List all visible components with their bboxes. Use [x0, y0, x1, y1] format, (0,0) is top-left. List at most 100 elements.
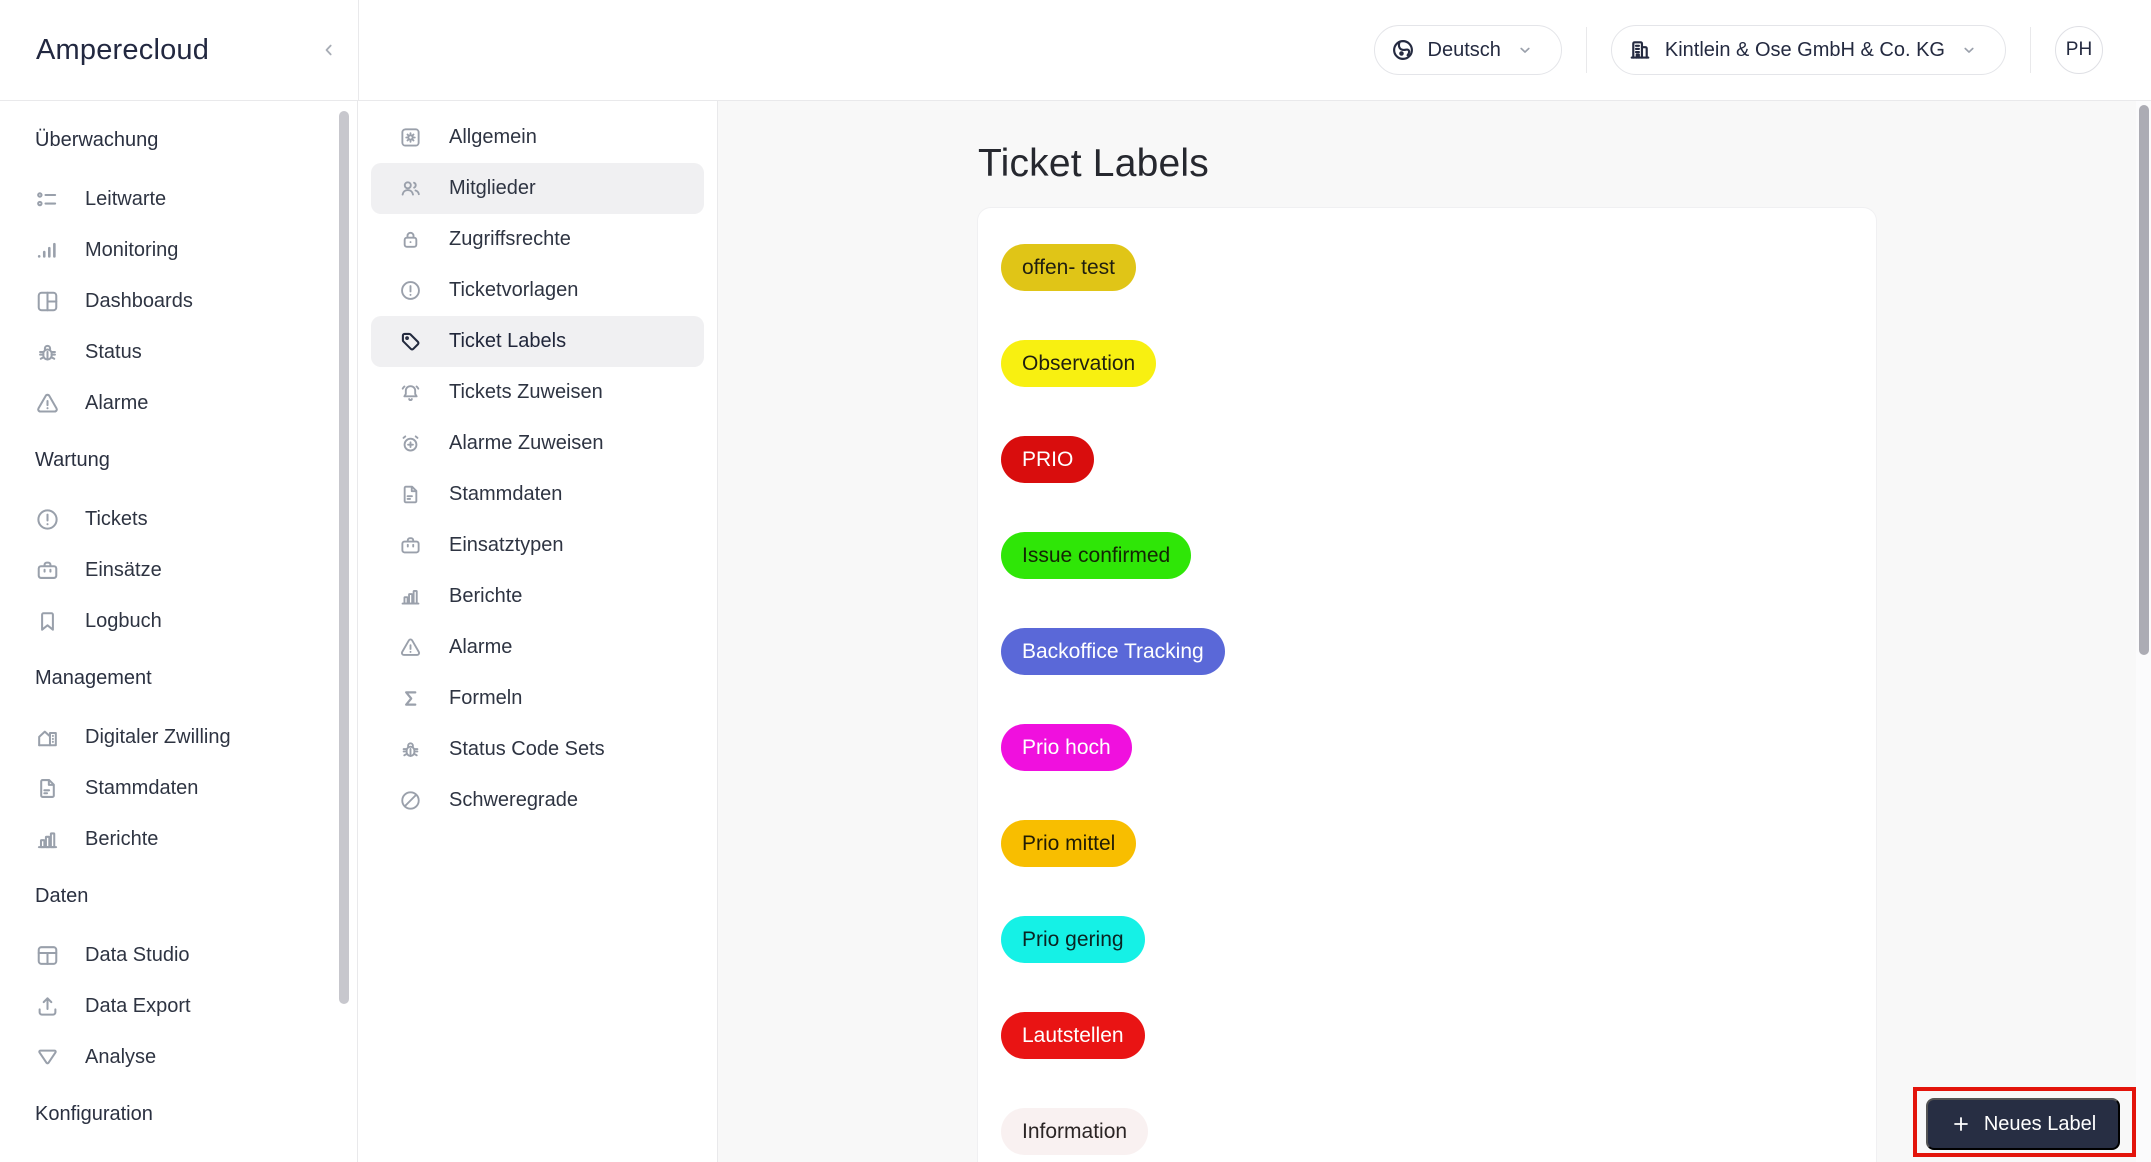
toolbox-icon	[34, 557, 61, 584]
bar-chart-icon	[34, 237, 61, 264]
list-icon	[34, 186, 61, 213]
window-scrollbar-track[interactable]	[2136, 101, 2151, 1162]
submenu-item-label: Berichte	[449, 585, 523, 607]
sidebar-item-tickets[interactable]: Tickets	[0, 494, 357, 545]
divider	[1585, 27, 1587, 73]
submenu-item-zugriffsrechte[interactable]: Zugriffsrechte	[371, 214, 704, 265]
sidebar-item-data-studio[interactable]: Data Studio	[0, 930, 357, 981]
submenu-item-label: Einsatztypen	[449, 534, 564, 556]
sidebar-item-label: Analyse	[85, 1046, 157, 1068]
sidebar-item-logbuch[interactable]: Logbuch	[0, 596, 357, 647]
sidebar-item-label: Logbuch	[85, 610, 162, 632]
submenu-item-tickets-zuweisen[interactable]: Tickets Zuweisen	[371, 367, 704, 418]
sigma-icon	[398, 686, 423, 711]
company-label: Kintlein & Ose GmbH & Co. KG	[1664, 38, 1945, 61]
label-pill-observation[interactable]: Observation	[1001, 340, 1157, 387]
submenu-item-label: Mitglieder	[449, 177, 536, 199]
document-icon	[398, 482, 423, 507]
sidebar-section-ueberwachung: Überwachung Leitwarte Monitoring Dashboards…	[0, 115, 357, 429]
sidebar-item-label: Berichte	[85, 828, 159, 850]
warning-triangle-icon	[398, 635, 423, 660]
sidebar-item-digitaler-zwilling[interactable]: Digitaler Zwilling	[0, 712, 357, 763]
sidebar-item-status[interactable]: Status	[0, 327, 357, 378]
chevron-down-icon	[1515, 40, 1535, 60]
sidebar-item-label: Status	[85, 341, 142, 363]
label-pill-prio[interactable]: PRIO	[1001, 436, 1095, 483]
user-avatar[interactable]: PH	[2055, 26, 2103, 74]
plus-icon	[1950, 1113, 1972, 1135]
sidebar-item-clipped[interactable]	[0, 1148, 357, 1162]
language-selector[interactable]: Deutsch	[1373, 25, 1562, 75]
sidebar-item-berichte[interactable]: Berichte	[0, 814, 357, 865]
sidebar-section-title: Daten	[35, 884, 89, 907]
app-logo[interactable]: Amperecloud	[36, 0, 209, 100]
sidebar-item-label: Data Studio	[85, 944, 190, 966]
sidebar-collapse-icon[interactable]	[318, 39, 340, 61]
sidebar-item-label: Leitwarte	[85, 188, 167, 210]
submenu-item-status-code-sets[interactable]: Status Code Sets	[371, 724, 704, 775]
label-pill-issue-confirmed[interactable]: Issue confirmed	[1001, 532, 1192, 579]
sidebar-item-label: Tickets	[85, 508, 148, 530]
label-pill-prio-hoch[interactable]: Prio hoch	[1001, 724, 1132, 771]
document-icon	[34, 775, 61, 802]
submenu-item-ticket-labels[interactable]: Ticket Labels	[371, 316, 704, 367]
company-selector[interactable]: Kintlein & Ose GmbH & Co. KG	[1610, 25, 2006, 75]
building-icon	[1627, 37, 1653, 63]
main-content: Ticket Labels offen- test Observation PRIO…	[718, 101, 2151, 1162]
label-pill-offen-test[interactable]: offen- test	[1001, 244, 1137, 291]
submenu-item-einsatztypen[interactable]: Einsatztypen	[371, 520, 704, 571]
upload-icon	[34, 993, 61, 1020]
submenu-list: Allgemein Mitglieder Zugriffsrechte Ticketv…	[358, 112, 717, 826]
sidebar-section-daten: Daten Data Studio Data Export Analyse	[0, 871, 357, 1083]
submenu-item-alarme-zuweisen[interactable]: Alarme Zuweisen	[371, 418, 704, 469]
sidebar-item-label: Digitaler Zwilling	[85, 726, 231, 748]
labels-card: offen- test Observation PRIO Issue confirme…	[977, 207, 1877, 1162]
sidebar-item-dashboards[interactable]: Dashboards	[0, 276, 357, 327]
bookmark-icon	[34, 608, 61, 635]
globe-icon	[1390, 37, 1416, 63]
submenu-item-ticketvorlagen[interactable]: Ticketvorlagen	[371, 265, 704, 316]
label-pill-prio-gering[interactable]: Prio gering	[1001, 916, 1145, 963]
submenu-item-schweregrade[interactable]: Schweregrade	[371, 775, 704, 826]
label-pill-backoffice-tracking[interactable]: Backoffice Tracking	[1001, 628, 1225, 675]
submenu-item-label: Zugriffsrechte	[449, 228, 571, 250]
submenu-item-alarme[interactable]: Alarme	[371, 622, 704, 673]
sidebar-item-leitwarte[interactable]: Leitwarte	[0, 174, 357, 225]
sidebar-section-title: Überwachung	[35, 128, 159, 151]
submenu-item-berichte[interactable]: Berichte	[371, 571, 704, 622]
sidebar-item-label: Dashboards	[85, 290, 193, 312]
funnel-icon	[34, 1044, 61, 1071]
chevron-down-icon	[1959, 40, 1979, 60]
sidebar-item-data-export[interactable]: Data Export	[0, 981, 357, 1032]
sidebar-item-monitoring[interactable]: Monitoring	[0, 225, 357, 276]
gear-square-icon	[398, 125, 423, 150]
label-pill-information[interactable]: Information	[1001, 1108, 1149, 1155]
exclamation-circle-icon	[398, 278, 423, 303]
label-pill-prio-mittel[interactable]: Prio mittel	[1001, 820, 1137, 867]
window-scrollbar-thumb[interactable]	[2139, 105, 2149, 655]
submenu-item-mitglieder[interactable]: Mitglieder	[371, 163, 704, 214]
new-label-button[interactable]: Neues Label	[1926, 1098, 2120, 1150]
submenu-item-label: Alarme Zuweisen	[449, 432, 604, 454]
bell-ring-icon	[398, 380, 423, 405]
page-title: Ticket Labels	[978, 142, 1209, 185]
sidebar-item-stammdaten[interactable]: Stammdaten	[0, 763, 357, 814]
sidebar-item-alarme[interactable]: Alarme	[0, 378, 357, 429]
divider	[358, 0, 359, 100]
submenu-item-label: Status Code Sets	[449, 738, 605, 760]
submenu-item-allgemein[interactable]: Allgemein	[371, 112, 704, 163]
sidebar-item-label: Monitoring	[85, 239, 179, 261]
sidebar-item-analyse[interactable]: Analyse	[0, 1032, 357, 1083]
sidebar-scrollbar[interactable]	[339, 111, 349, 1004]
bug-icon	[34, 339, 61, 366]
submenu-item-formeln[interactable]: Formeln	[371, 673, 704, 724]
column-chart-icon	[398, 584, 423, 609]
slashed-circle-icon	[398, 788, 423, 813]
sidebar-section-title: Management	[35, 666, 152, 689]
sidebar-item-einsaetze[interactable]: Einsätze	[0, 545, 357, 596]
submenu-item-stammdaten[interactable]: Stammdaten	[371, 469, 704, 520]
label-pill-lautstellen[interactable]: Lautstellen	[1001, 1012, 1145, 1059]
sidebar-item-label: Stammdaten	[85, 777, 199, 799]
toolbox-icon	[398, 533, 423, 558]
top-bar-controls: Deutsch Kintlein & Ose GmbH & Co. KG PH	[1373, 0, 2103, 100]
